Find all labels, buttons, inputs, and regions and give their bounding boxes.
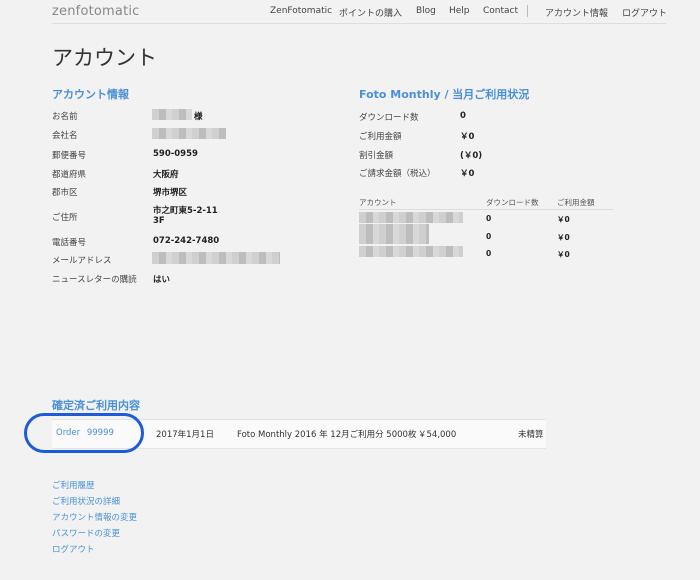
order-date: 2017年1月1日 xyxy=(156,430,214,440)
company-label: 会社名 xyxy=(52,131,78,141)
nav-account-info[interactable]: アカウント情報 xyxy=(545,6,608,19)
email-redacted xyxy=(152,252,280,264)
nav-divider xyxy=(527,5,528,17)
name-label: お名前 xyxy=(52,112,78,122)
billing-label: ご請求金額（税込） xyxy=(359,169,436,179)
link-usage-history[interactable]: ご利用履歴 xyxy=(52,479,95,491)
email-label: メールアドレス xyxy=(52,256,112,266)
discount-value: (￥0) xyxy=(460,151,483,161)
nav-zenfotomatic[interactable]: ZenFotomatic xyxy=(270,6,332,16)
table-row-amount: ￥0 xyxy=(557,233,570,242)
confirmed-title: 確定済ご利用内容 xyxy=(52,399,140,412)
link-logout[interactable]: ログアウト xyxy=(52,543,95,555)
account-info-title: アカウント情報 xyxy=(52,88,129,101)
table-header-downloads: ダウンロード数 xyxy=(486,198,539,207)
highlight-ring xyxy=(24,413,144,453)
table-row-downloads: 0 xyxy=(486,249,492,258)
table-row-account-redacted xyxy=(359,212,463,223)
prefecture-label: 都道府県 xyxy=(52,170,87,180)
address-label: ご住所 xyxy=(52,213,78,223)
table-header-account: アカウント xyxy=(359,198,397,207)
name-redacted xyxy=(152,109,192,120)
table-header-divider xyxy=(359,209,613,210)
prefecture-value: 大阪府 xyxy=(153,170,179,180)
table-row-amount: ￥0 xyxy=(557,215,570,224)
table-row-account-redacted xyxy=(359,246,463,257)
phone-value: 072-242-7480 xyxy=(153,236,220,246)
address-line1: 市之町東5-2-11 xyxy=(153,206,218,216)
nav-logout[interactable]: ログアウト xyxy=(622,6,667,19)
company-redacted xyxy=(152,128,226,139)
link-edit-account[interactable]: アカウント情報の変更 xyxy=(52,511,137,523)
table-row-account-redacted xyxy=(359,224,429,244)
postal-label: 郵便番号 xyxy=(52,151,87,161)
link-usage-details[interactable]: ご利用状況の詳細 xyxy=(52,495,120,507)
monthly-usage-title: Foto Monthly / 当月ご利用状況 xyxy=(359,88,530,101)
nav-buy-points[interactable]: ポイントの購入 xyxy=(339,6,402,19)
header-divider xyxy=(52,23,666,24)
nav-help[interactable]: Help xyxy=(449,6,470,16)
page-title: アカウント xyxy=(52,46,157,70)
newsletter-value: はい xyxy=(153,275,171,285)
logo[interactable]: zenfotomatic xyxy=(52,4,140,19)
table-row-downloads: 0 xyxy=(486,214,492,223)
discount-label: 割引金額 xyxy=(359,151,394,161)
table-row-downloads: 0 xyxy=(486,232,492,241)
downloads-label: ダウンロード数 xyxy=(359,113,419,123)
order-amount: ￥54,000 xyxy=(418,430,457,440)
nav-blog[interactable]: Blog xyxy=(416,6,436,16)
table-row-amount: ￥0 xyxy=(557,250,570,259)
newsletter-label: ニュースレターの購読 xyxy=(52,275,137,285)
usage-amount-value: ￥0 xyxy=(460,132,475,142)
phone-label: 電話番号 xyxy=(52,238,87,248)
address-line2: 3F xyxy=(153,216,165,226)
nav-contact[interactable]: Contact xyxy=(483,6,518,16)
city-label: 郡市区 xyxy=(52,188,78,198)
name-suffix: 様 xyxy=(194,112,203,122)
billing-value: ￥0 xyxy=(460,169,475,179)
order-status: 未精算 xyxy=(518,430,544,440)
table-header-amount: ご利用金額 xyxy=(557,198,595,207)
usage-amount-label: ご利用金額 xyxy=(359,132,402,142)
link-change-password[interactable]: パスワードの変更 xyxy=(52,527,120,539)
city-value: 堺市堺区 xyxy=(153,188,188,198)
postal-value: 590-0959 xyxy=(153,149,198,159)
order-description: Foto Monthly 2016 年 12月ご利用分 5000枚 xyxy=(237,430,417,440)
downloads-value: 0 xyxy=(460,111,466,121)
